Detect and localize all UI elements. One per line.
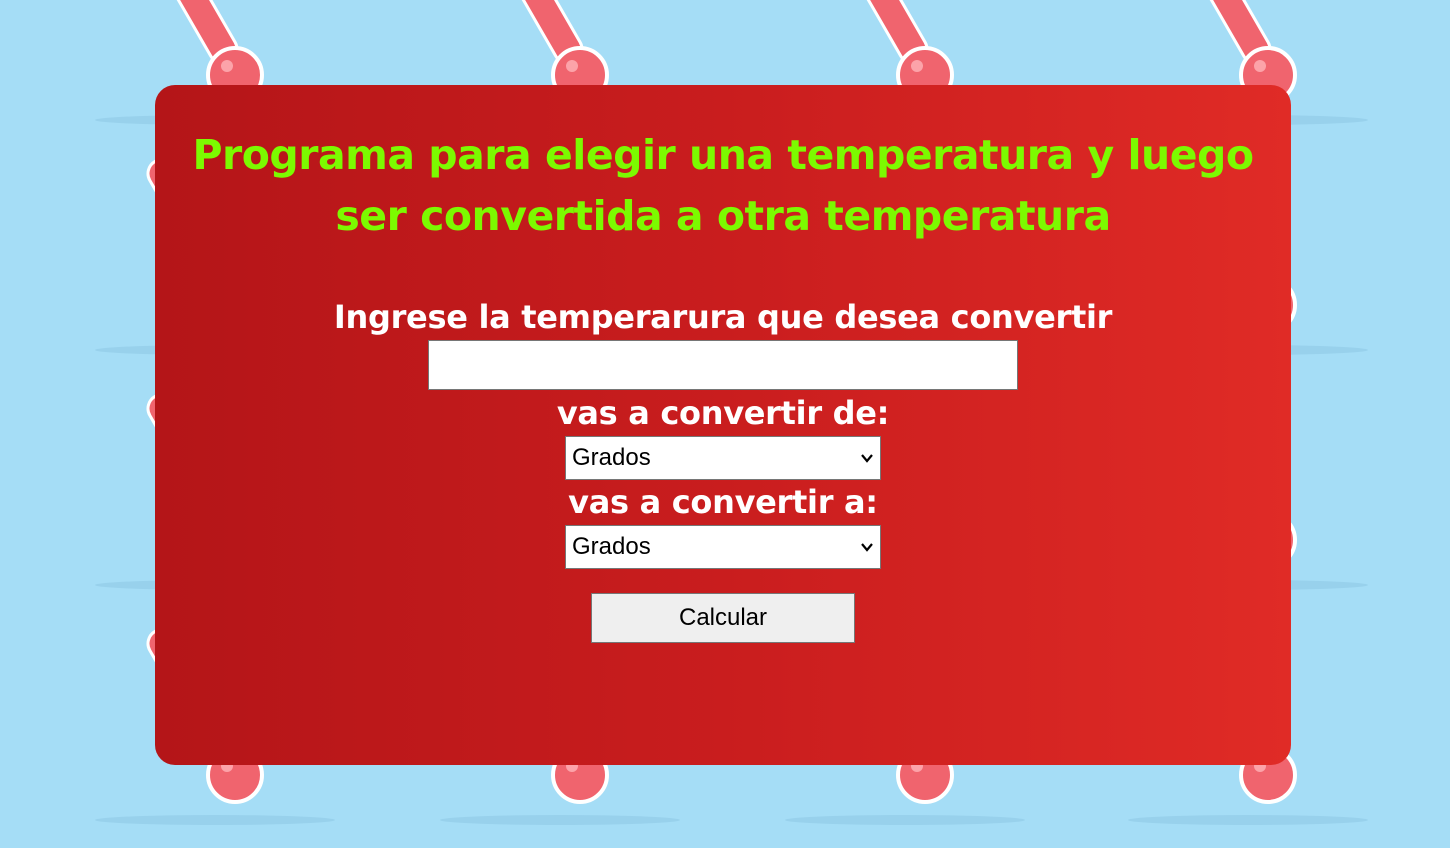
- from-unit-select[interactable]: Grados: [565, 436, 881, 480]
- chevron-down-icon: [861, 543, 873, 552]
- page-title: Programa para elegir una temperatura y l…: [192, 131, 1254, 240]
- temperature-input[interactable]: [428, 340, 1018, 390]
- converter-card: Programa para elegir una temperatura y l…: [155, 85, 1291, 765]
- from-unit-selected-value: Grados: [572, 444, 651, 471]
- from-unit-label: vas a convertir de:: [556, 394, 890, 432]
- temperature-label: Ingrese la temperarura que desea convert…: [333, 298, 1113, 336]
- to-unit-select[interactable]: Grados: [565, 525, 881, 569]
- chevron-down-icon: [861, 454, 873, 463]
- to-unit-label: vas a convertir a:: [568, 483, 878, 521]
- to-unit-selected-value: Grados: [572, 533, 651, 560]
- calculate-button[interactable]: Calcular: [591, 593, 855, 643]
